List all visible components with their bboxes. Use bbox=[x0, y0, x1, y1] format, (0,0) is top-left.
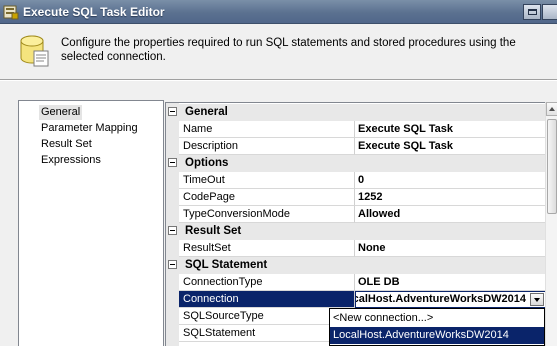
category-sql-statement: SQL Statement bbox=[166, 257, 546, 274]
property-row-type-conversion-mode[interactable]: TypeConversionMode Allowed bbox=[166, 206, 546, 223]
connection-value: LocalHost.AdventureWorksDW2014 bbox=[356, 293, 526, 305]
category-label: General bbox=[185, 106, 228, 118]
scroll-thumb[interactable] bbox=[547, 119, 557, 214]
property-name: ResultSet bbox=[179, 240, 355, 257]
close-button[interactable] bbox=[542, 4, 557, 20]
property-row-codepage[interactable]: CodePage 1252 bbox=[166, 189, 546, 206]
connection-dropdown-list[interactable]: <New connection...> LocalHost.AdventureW… bbox=[329, 308, 545, 346]
property-value[interactable]: Execute SQL Task bbox=[355, 138, 546, 155]
property-value[interactable]: 0 bbox=[355, 172, 546, 189]
property-row-resultset[interactable]: ResultSet None bbox=[166, 240, 546, 257]
maximize-button[interactable] bbox=[523, 4, 541, 20]
database-icon bbox=[20, 35, 49, 67]
nav-item-general[interactable]: General bbox=[39, 105, 83, 120]
property-name: TypeConversionMode bbox=[179, 206, 355, 223]
property-value[interactable]: OLE DB bbox=[355, 274, 546, 291]
property-row-connection[interactable]: Connection LocalHost.AdventureWorksDW201… bbox=[166, 291, 546, 308]
collapse-icon[interactable] bbox=[168, 107, 177, 116]
category-label: Result Set bbox=[185, 225, 242, 237]
header-description: Configure the properties required to run… bbox=[61, 37, 516, 63]
property-name: ConnectionType bbox=[179, 274, 355, 291]
category-label: Options bbox=[185, 157, 229, 169]
nav-item-expressions[interactable]: Expressions bbox=[41, 153, 101, 168]
property-value[interactable]: 1252 bbox=[355, 189, 546, 206]
scroll-up-icon[interactable] bbox=[546, 102, 557, 116]
grid-scrollbar[interactable] bbox=[545, 102, 557, 346]
property-value[interactable]: None bbox=[355, 240, 546, 257]
category-general: General bbox=[166, 104, 546, 121]
category-label: SQL Statement bbox=[185, 259, 268, 271]
window-title: Execute SQL Task Editor bbox=[23, 5, 165, 19]
collapse-icon[interactable] bbox=[168, 158, 177, 167]
category-result-set: Result Set bbox=[166, 223, 546, 240]
property-name: TimeOut bbox=[179, 172, 355, 189]
app-icon bbox=[3, 5, 19, 20]
property-name: CodePage bbox=[179, 189, 355, 206]
chevron-down-icon[interactable] bbox=[530, 293, 544, 306]
property-row-timeout[interactable]: TimeOut 0 bbox=[166, 172, 546, 189]
connection-combobox[interactable]: LocalHost.AdventureWorksDW2014 bbox=[355, 291, 546, 308]
dropdown-option-localhost[interactable]: LocalHost.AdventureWorksDW2014 bbox=[330, 327, 544, 344]
property-name: Connection bbox=[179, 291, 355, 308]
maximize-icon bbox=[528, 9, 537, 15]
property-name: Description bbox=[179, 138, 355, 155]
category-options: Options bbox=[166, 155, 546, 172]
property-value[interactable]: Execute SQL Task bbox=[355, 121, 546, 138]
property-value[interactable]: Allowed bbox=[355, 206, 546, 223]
collapse-icon[interactable] bbox=[168, 226, 177, 235]
property-name: Name bbox=[179, 121, 355, 138]
nav-item-result-set[interactable]: Result Set bbox=[41, 137, 92, 152]
header-separator bbox=[0, 79, 557, 81]
property-row-description[interactable]: Description Execute SQL Task bbox=[166, 138, 546, 155]
collapse-icon[interactable] bbox=[168, 260, 177, 269]
header-panel: Configure the properties required to run… bbox=[0, 25, 557, 79]
dropdown-option-new-connection[interactable]: <New connection...> bbox=[330, 310, 544, 327]
title-bar[interactable]: Execute SQL Task Editor bbox=[0, 0, 557, 24]
page-nav: General Parameter Mapping Result Set Exp… bbox=[18, 100, 164, 346]
property-row-name[interactable]: Name Execute SQL Task bbox=[166, 121, 546, 138]
nav-item-parameter-mapping[interactable]: Parameter Mapping bbox=[41, 121, 138, 136]
property-row-connection-type[interactable]: ConnectionType OLE DB bbox=[166, 274, 546, 291]
